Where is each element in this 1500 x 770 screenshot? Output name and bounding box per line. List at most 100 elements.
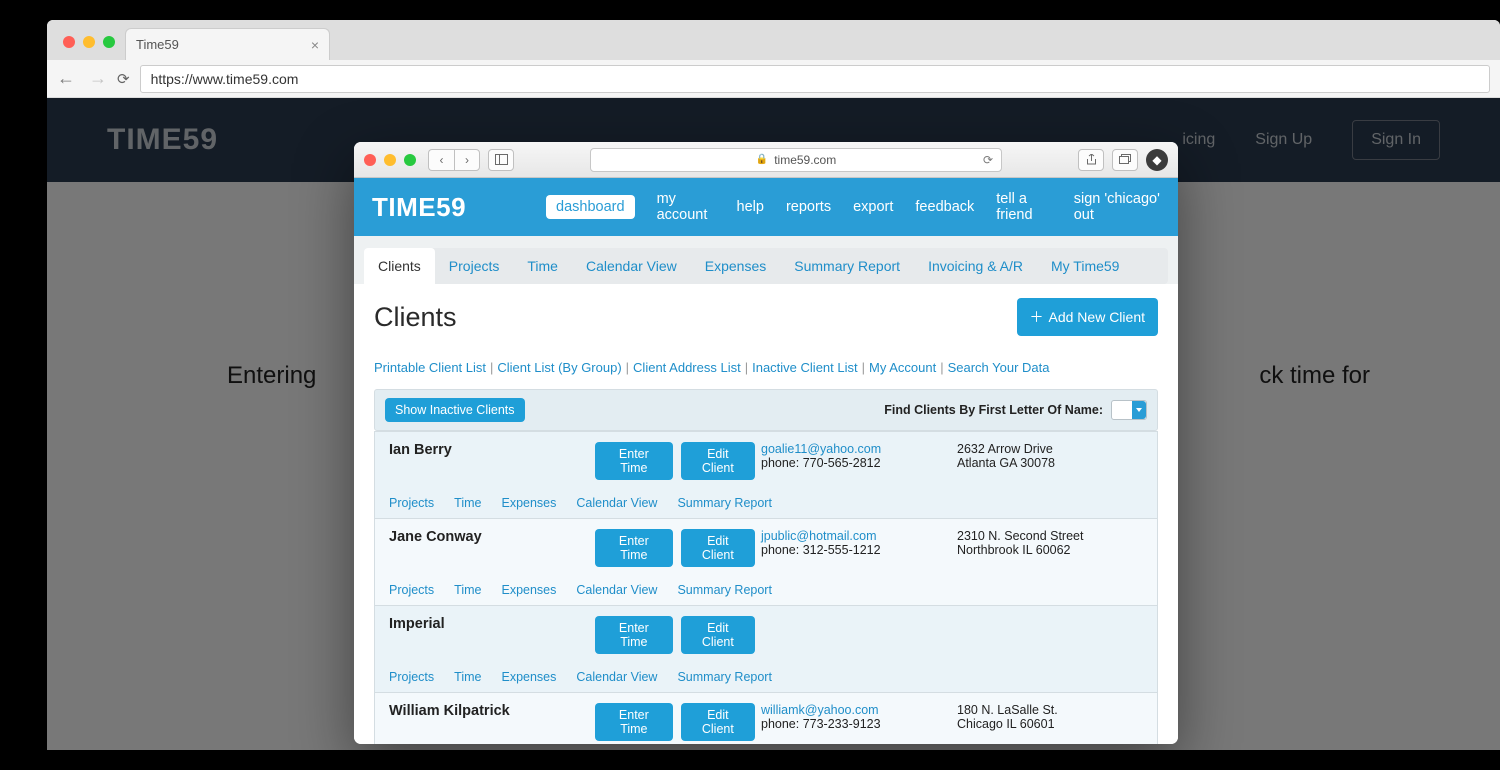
tab-my-time59[interactable]: My Time59	[1037, 248, 1133, 284]
app-logo: TIME59	[372, 192, 466, 223]
client-name: William Kilpatrick	[389, 703, 589, 719]
tab-clients[interactable]: Clients	[364, 248, 435, 284]
client-link-projects[interactable]: Projects	[389, 670, 434, 684]
safari-back-button[interactable]: ‹	[428, 149, 454, 171]
client-link-summary-report[interactable]: Summary Report	[677, 670, 771, 684]
client-link-projects[interactable]: Projects	[389, 583, 434, 597]
edit-client-button[interactable]: Edit Client	[681, 616, 755, 654]
client-link-calendar-view[interactable]: Calendar View	[576, 670, 657, 684]
client-sublinks: Projects Time Expenses Calendar View Summary…	[389, 583, 1143, 597]
link-inactive-client-list[interactable]: Inactive Client List	[752, 360, 858, 375]
url-text: https://www.time59.com	[151, 71, 299, 87]
chrome-traffic-lights	[59, 24, 125, 60]
client-email-link[interactable]: williamk@yahoo.com	[761, 703, 879, 717]
back-button[interactable]: ←	[57, 68, 75, 89]
page-title: Clients	[374, 302, 457, 333]
safari-close-icon[interactable]	[364, 154, 376, 166]
tab-invoicing-a-r[interactable]: Invoicing & A/R	[914, 248, 1037, 284]
top-nav-reports[interactable]: reports	[786, 199, 831, 215]
client-address: 2632 Arrow DriveAtlanta GA 30078	[957, 442, 1143, 470]
tab-calendar-view[interactable]: Calendar View	[572, 248, 691, 284]
client-link-expenses[interactable]: Expenses	[501, 496, 556, 510]
safari-maximize-icon[interactable]	[404, 154, 416, 166]
top-nav-feedback[interactable]: feedback	[915, 199, 974, 215]
safari-tabs-button[interactable]	[1112, 149, 1138, 171]
top-nav-export[interactable]: export	[853, 199, 893, 215]
top-nav-sign-chicago-out[interactable]: sign 'chicago' out	[1074, 191, 1160, 223]
reload-button[interactable]: ⟳	[117, 70, 130, 88]
client-link-projects[interactable]: Projects	[389, 496, 434, 510]
safari-extension-icon[interactable]: ◆	[1146, 149, 1168, 171]
enter-time-button[interactable]: Enter Time	[595, 442, 673, 480]
link-search-your-data[interactable]: Search Your Data	[948, 360, 1050, 375]
link-my-account[interactable]: My Account	[869, 360, 936, 375]
client-row: Ian BerryEnter TimeEdit Clientgoalie11@y…	[375, 431, 1157, 518]
show-inactive-clients-button[interactable]: Show Inactive Clients	[385, 398, 525, 422]
client-row: Jane Conway Enter TimeEdit Client jpublic@…	[375, 518, 1157, 605]
client-phone: phone: 770-565-2812	[761, 456, 951, 470]
chrome-tabstrip: Time59 ×	[47, 20, 1500, 60]
safari-toolbar: ‹ › 🔒 time59.com ⟳ ◆	[354, 142, 1178, 178]
find-by-letter-label: Find Clients By First Letter Of Name:	[884, 403, 1103, 417]
client-link-calendar-view[interactable]: Calendar View	[576, 496, 657, 510]
forward-button[interactable]: →	[89, 68, 107, 89]
client-link-expenses[interactable]: Expenses	[501, 670, 556, 684]
browser-tab[interactable]: Time59 ×	[125, 28, 330, 60]
client-sublinks: Projects Time Expenses Calendar View Summary…	[389, 670, 1143, 684]
link-printable-client-list[interactable]: Printable Client List	[374, 360, 486, 375]
safari-address-bar[interactable]: 🔒 time59.com ⟳	[590, 148, 1002, 172]
nav-arrows: ← →	[57, 68, 107, 89]
client-link-time[interactable]: Time	[454, 496, 481, 510]
minimize-window-icon[interactable]	[83, 36, 95, 48]
section-tabs-wrap: ClientsProjectsTimeCalendar ViewExpenses…	[354, 236, 1178, 284]
top-nav-my-account[interactable]: my account	[657, 191, 715, 223]
safari-nav-group: ‹ ›	[428, 149, 480, 171]
client-link-time[interactable]: Time	[454, 670, 481, 684]
close-window-icon[interactable]	[63, 36, 75, 48]
client-link-time[interactable]: Time	[454, 583, 481, 597]
filter-bar: Show Inactive Clients Find Clients By Fi…	[374, 389, 1158, 431]
client-link-expenses[interactable]: Expenses	[501, 583, 556, 597]
safari-sidebar-button[interactable]	[488, 149, 514, 171]
client-link-summary-report[interactable]: Summary Report	[677, 496, 771, 510]
letter-select[interactable]	[1111, 400, 1147, 420]
tab-summary-report[interactable]: Summary Report	[780, 248, 914, 284]
client-link-summary-report[interactable]: Summary Report	[677, 583, 771, 597]
address-bar[interactable]: https://www.time59.com	[140, 65, 1490, 93]
maximize-window-icon[interactable]	[103, 36, 115, 48]
close-tab-icon[interactable]: ×	[311, 37, 319, 53]
client-email-link[interactable]: jpublic@hotmail.com	[761, 529, 877, 543]
client-email-link[interactable]: goalie11@yahoo.com	[761, 442, 881, 456]
utility-link-row: Printable Client List|Client List (By Gr…	[374, 360, 1158, 375]
safari-minimize-icon[interactable]	[384, 154, 396, 166]
top-nav-help[interactable]: help	[737, 199, 764, 215]
add-new-client-button[interactable]: ＋ Add New Client	[1017, 298, 1159, 336]
link-client-list-by-group-[interactable]: Client List (By Group)	[497, 360, 621, 375]
client-address: 2310 N. Second StreetNorthbrook IL 60062	[957, 529, 1143, 557]
safari-refresh-icon[interactable]: ⟳	[983, 153, 993, 167]
tab-time[interactable]: Time	[513, 248, 572, 284]
client-contact: williamk@yahoo.comphone: 773-233-9123	[761, 703, 951, 731]
top-nav-dashboard[interactable]: dashboard	[546, 195, 635, 219]
tab-expenses[interactable]: Expenses	[691, 248, 780, 284]
filter-right: Find Clients By First Letter Of Name:	[884, 400, 1147, 420]
link-client-address-list[interactable]: Client Address List	[633, 360, 741, 375]
client-link-calendar-view[interactable]: Calendar View	[576, 583, 657, 597]
safari-url-text: time59.com	[774, 153, 836, 167]
app-header: TIME59 dashboard my account help reports exp…	[354, 178, 1178, 236]
safari-forward-button[interactable]: ›	[454, 149, 480, 171]
lock-icon: 🔒	[756, 154, 768, 165]
safari-share-button[interactable]	[1078, 149, 1104, 171]
tab-title: Time59	[136, 37, 179, 52]
edit-client-button[interactable]: Edit Client	[681, 529, 755, 567]
tab-projects[interactable]: Projects	[435, 248, 514, 284]
enter-time-button[interactable]: Enter Time	[595, 616, 673, 654]
client-phone: phone: 773-233-9123	[761, 717, 951, 731]
enter-time-button[interactable]: Enter Time	[595, 529, 673, 567]
enter-time-button[interactable]: Enter Time	[595, 703, 673, 741]
section-tabs: ClientsProjectsTimeCalendar ViewExpenses…	[364, 248, 1168, 284]
edit-client-button[interactable]: Edit Client	[681, 703, 755, 741]
edit-client-button[interactable]: Edit Client	[681, 442, 755, 480]
top-nav-tell-a-friend[interactable]: tell a friend	[996, 191, 1051, 223]
client-name: Jane Conway	[389, 529, 589, 545]
